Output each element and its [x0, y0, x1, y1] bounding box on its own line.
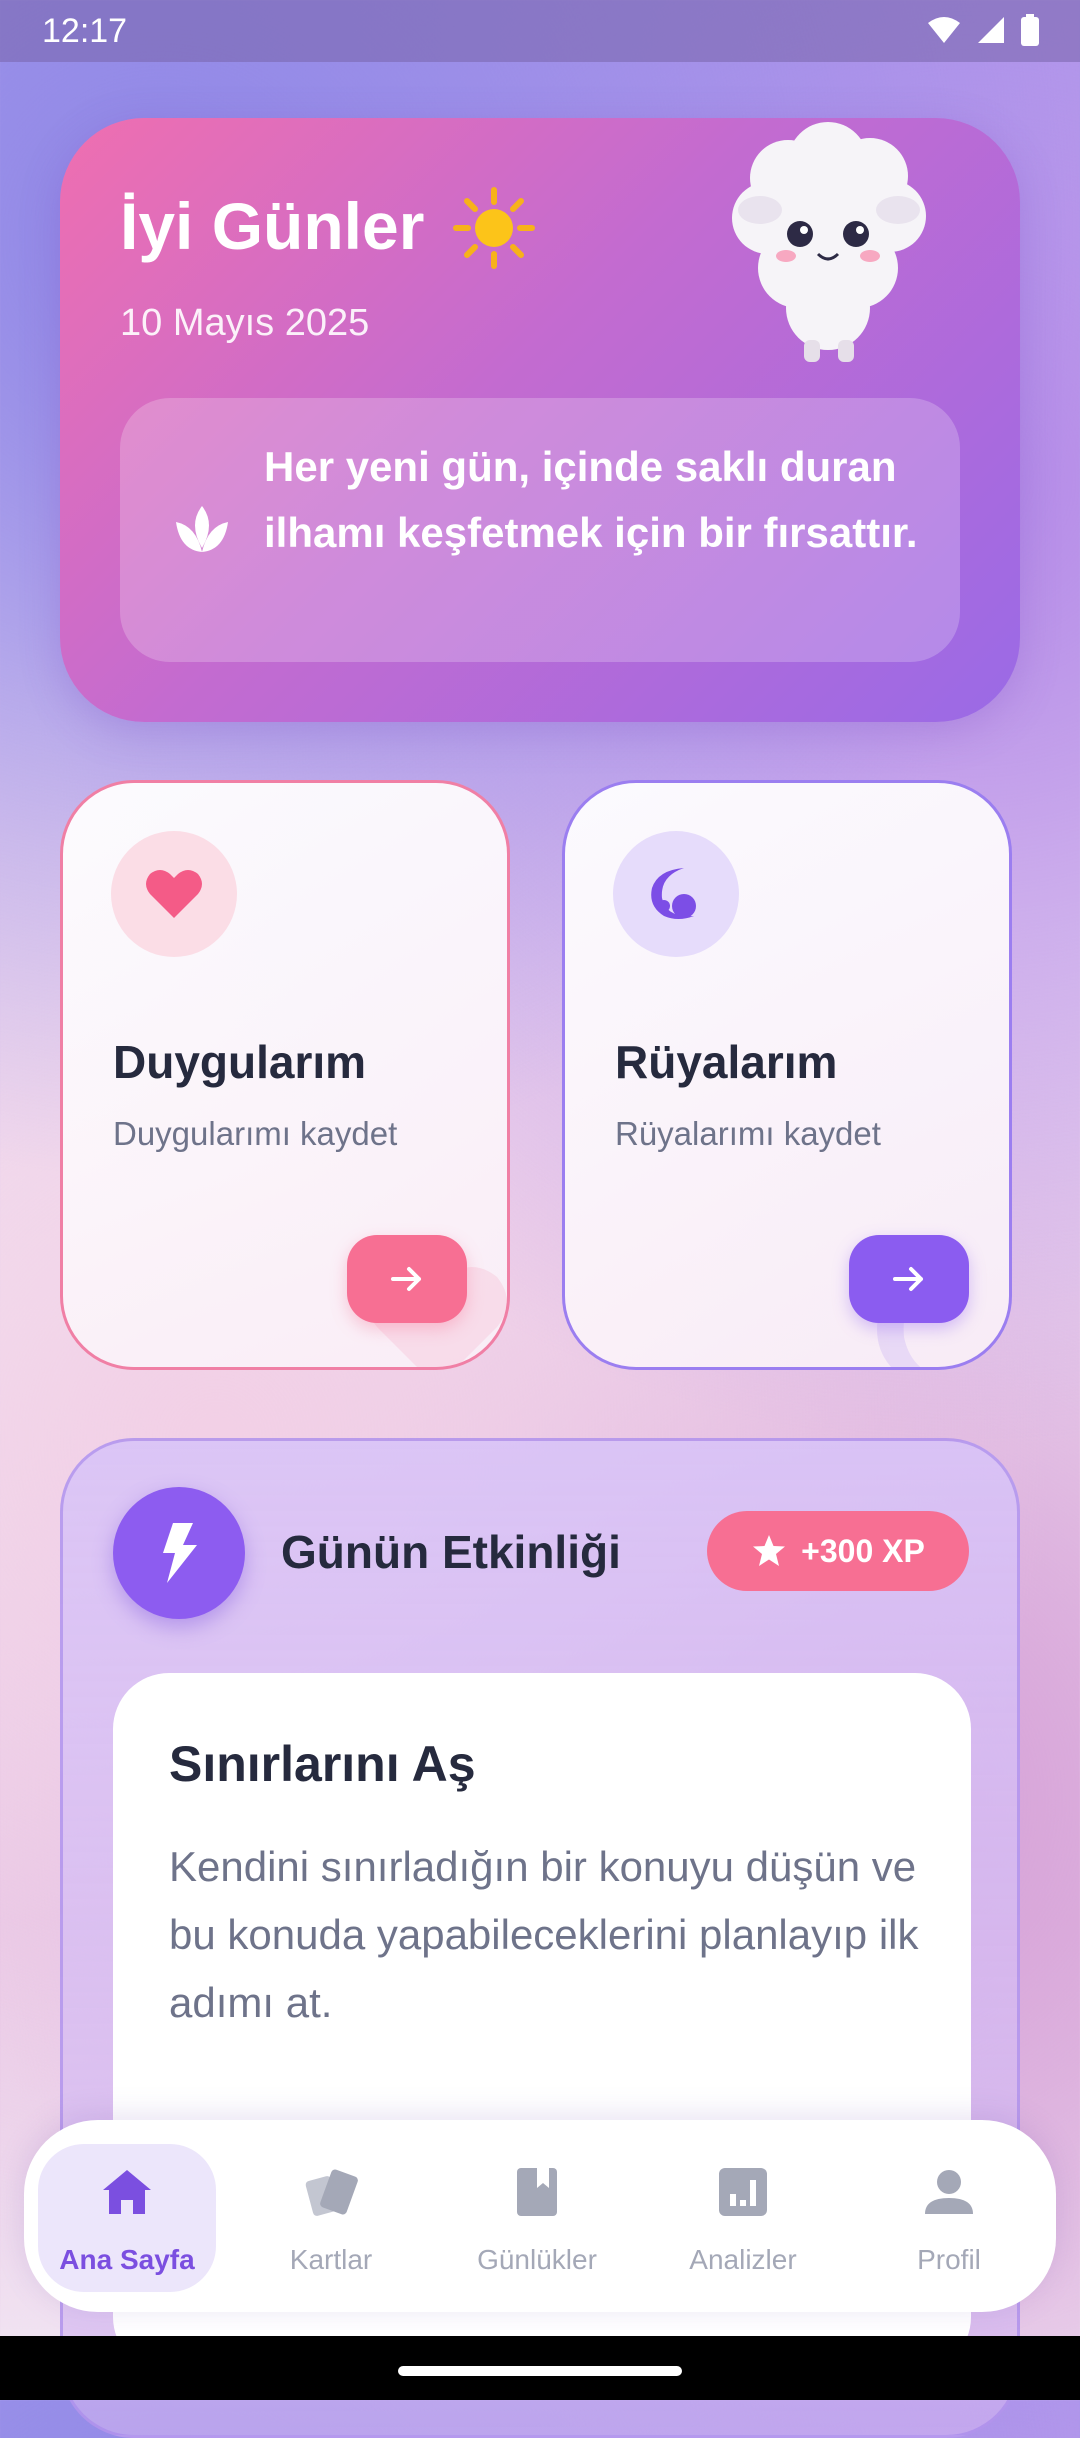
moon-icon [651, 868, 696, 919]
system-navigation-bar [0, 2336, 1080, 2400]
sheep-mascot-icon [732, 122, 926, 362]
arrow-right-icon [391, 1267, 421, 1291]
nav-label-profile: Profil [917, 2244, 981, 2275]
bottom-navigation: Ana Sayfa Kartlar Günlükler Analizler Pr… [24, 2120, 1056, 2312]
nav-item-cards[interactable]: Kartlar [242, 2144, 420, 2292]
date-text: 10 Mayıs 2025 [120, 302, 370, 344]
dreams-subtitle: Rüyalarımı kaydet [615, 1115, 881, 1152]
home-gesture-handle[interactable] [398, 2366, 682, 2376]
lotus-icon [176, 506, 228, 552]
bolt-icon [163, 1523, 197, 1583]
emotions-title: Duygularım [113, 1036, 367, 1088]
activity-icon-circle [113, 1487, 245, 1619]
quote-text: Her yeni gün, içinde saklı duran ilhamı … [264, 443, 918, 556]
greeting-card: İyi Günler 10 Mayıs 2025 Her yeni gün, i… [60, 118, 1020, 722]
nav-label-home: Ana Sayfa [59, 2244, 195, 2275]
emotions-arrow-button[interactable] [347, 1235, 467, 1323]
activity-title: Günün Etkinliği [281, 1526, 621, 1578]
battery-icon [1021, 14, 1039, 46]
person-icon [925, 2170, 973, 2214]
task-description: Kendini sınırladığın bir konuyu düşün ve… [169, 1843, 919, 2026]
sun-icon [453, 187, 535, 269]
star-icon [753, 1535, 786, 1566]
nav-item-home[interactable]: Ana Sayfa [38, 2144, 216, 2292]
nav-label-cards: Kartlar [289, 2244, 373, 2275]
dreams-title: Rüyalarım [615, 1036, 838, 1088]
nav-label-journals: Günlükler [477, 2244, 597, 2275]
emotions-icon-circle [111, 831, 237, 957]
dreams-icon-circle [613, 831, 739, 957]
book-icon [517, 2168, 557, 2216]
dreams-card[interactable]: Rüyalarım Rüyalarımı kaydet [562, 780, 1012, 1370]
task-title: Sınırlarını Aş [169, 1736, 476, 1792]
cards-icon [305, 2169, 358, 2216]
xp-text: +300 XP [801, 1532, 925, 1569]
dreams-arrow-button[interactable] [849, 1235, 969, 1323]
wifi-icon [928, 17, 960, 43]
status-bar: 12:17 [0, 0, 1080, 62]
nav-label-analytics: Analizler [689, 2244, 797, 2275]
emotions-subtitle: Duygularımı kaydet [113, 1115, 398, 1152]
nav-item-analytics[interactable]: Analizler [654, 2144, 832, 2292]
nav-item-journals[interactable]: Günlükler [448, 2144, 626, 2292]
heart-icon [146, 870, 202, 918]
home-icon [103, 2170, 151, 2214]
status-time: 12:17 [42, 12, 128, 50]
signal-icon [978, 17, 1004, 43]
status-icons [926, 14, 1040, 46]
analytics-icon [719, 2168, 767, 2216]
arrow-right-icon [893, 1267, 923, 1291]
nav-item-profile[interactable]: Profil [860, 2144, 1038, 2292]
emotions-card[interactable]: Duygularım Duygularımı kaydet [60, 780, 510, 1370]
quote-box: Her yeni gün, içinde saklı duran ilhamı … [120, 398, 960, 662]
greeting-title: İyi Günler [120, 189, 425, 263]
xp-badge: +300 XP [707, 1511, 969, 1591]
